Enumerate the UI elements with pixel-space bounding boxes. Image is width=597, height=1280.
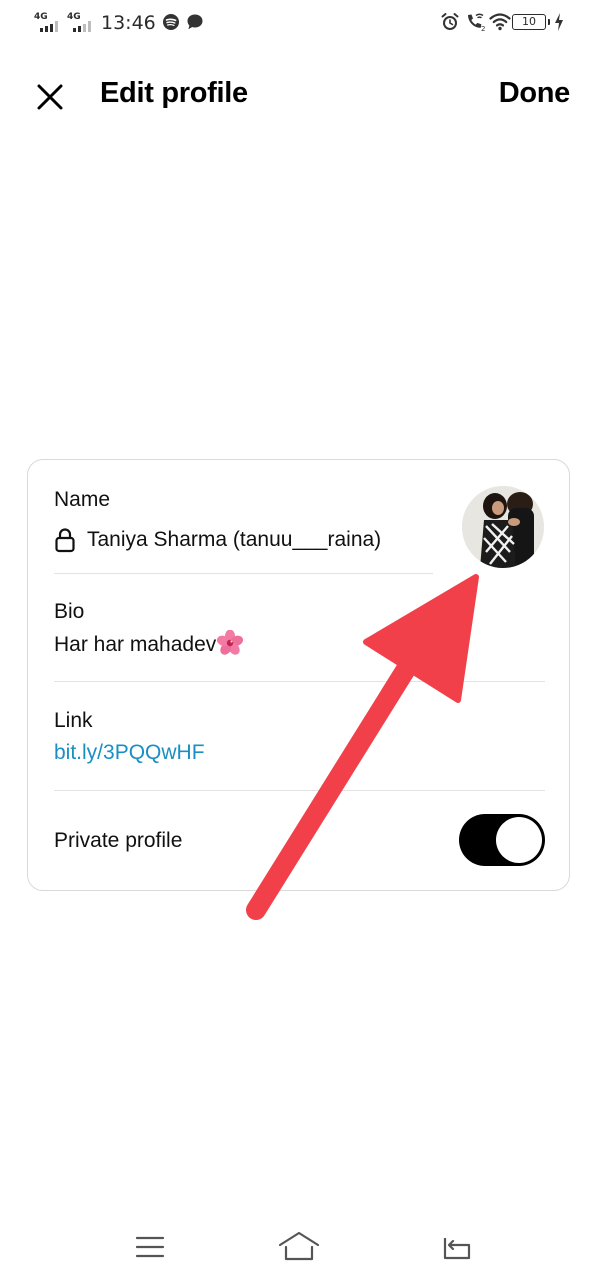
profile-avatar[interactable] [462,486,544,568]
menu-icon [135,1236,165,1258]
alarm-icon [441,13,459,30]
lock-icon [55,528,75,553]
divider [54,681,545,682]
battery-level: 10 [522,15,536,28]
battery-icon: 10 [512,14,550,30]
done-button[interactable]: Done [499,75,571,111]
svg-text:2: 2 [481,25,485,32]
close-icon [37,84,63,110]
private-profile-label: Private profile [54,829,183,852]
status-time: 13:46 [101,12,156,34]
system-nav-bar [0,1215,597,1280]
status-bar: 4G 4G 13:46 2 10 [0,0,597,46]
link-field[interactable]: bit.ly/3PQQwHF [54,739,205,767]
profile-card: Name Taniya Sharma (tanuu___raina) Bio H… [27,459,570,891]
message-icon [187,14,203,30]
spotify-icon [163,14,179,30]
back-icon [443,1238,471,1260]
home-button[interactable] [277,1229,321,1265]
close-button[interactable] [28,74,72,118]
charging-icon [555,13,563,31]
name-field[interactable]: Taniya Sharma (tanuu___raina) [87,526,381,554]
name-label: Name [54,488,111,511]
sim1-signal-icon: 4G [34,12,62,34]
home-icon [278,1231,320,1261]
divider [54,573,433,574]
wifi-calling-icon: 2 [468,13,485,32]
edit-profile-header: Edit profile Done [0,60,597,126]
link-label: Link [54,709,93,732]
sim2-signal-icon: 4G [67,12,95,34]
wifi-icon [489,13,511,31]
toggle-knob [496,817,542,863]
divider [54,790,545,791]
avatar-photo [462,486,544,568]
menu-button[interactable] [128,1229,172,1265]
back-button[interactable] [433,1229,477,1265]
hibiscus-flower-icon [217,630,244,655]
bio-text: Har har mahadev [54,633,217,656]
bio-field[interactable]: Har har mahadev [54,630,244,659]
page-title: Edit profile [100,77,248,109]
bio-label: Bio [54,600,85,623]
private-profile-toggle[interactable] [459,814,545,866]
